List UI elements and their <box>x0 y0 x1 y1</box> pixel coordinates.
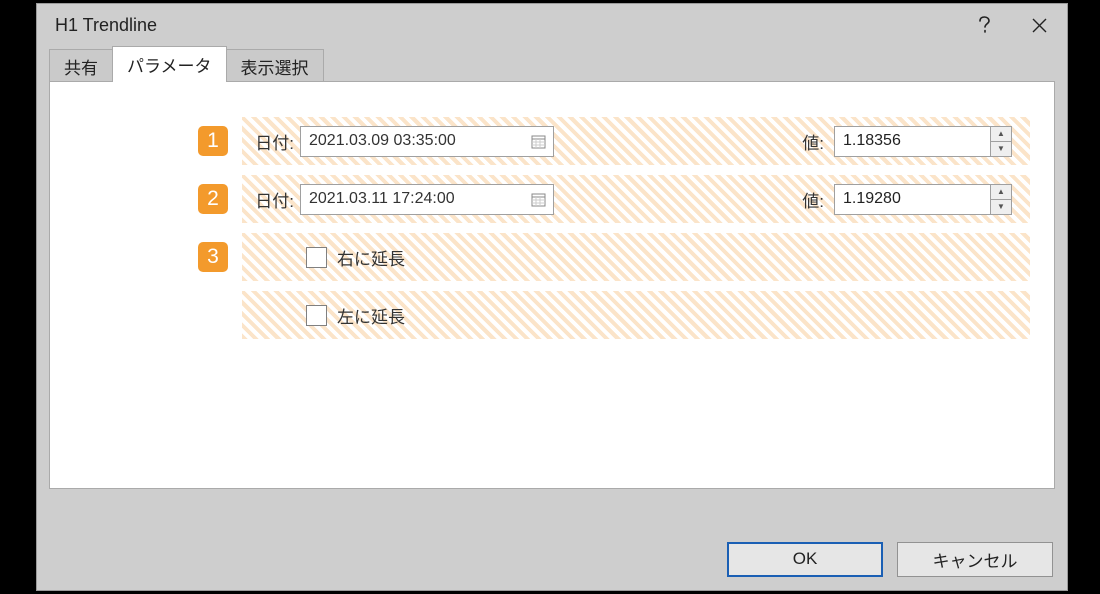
spinner-down-icon[interactable]: ▼ <box>990 142 1011 156</box>
help-icon <box>979 16 990 34</box>
extend-right-field: 右に延長 <box>242 233 1030 281</box>
spinner-down-icon[interactable]: ▼ <box>990 200 1011 214</box>
value-2: 1.19280 <box>843 190 990 208</box>
row-2-fields: 日付: 2021.03.11 17:24:00 値: 1.19280 ▲ ▼ <box>242 175 1030 223</box>
value-label-2: 値: <box>802 187 824 212</box>
cancel-button[interactable]: キャンセル <box>897 542 1053 577</box>
spinner-up-icon[interactable]: ▲ <box>990 185 1011 200</box>
tab-strip: 共有 パラメータ 表示選択 <box>49 46 1055 82</box>
close-icon <box>1032 18 1047 33</box>
extend-right-label: 右に延長 <box>337 245 405 270</box>
date-value-1: 2021.03.09 03:35:00 <box>309 132 529 150</box>
spinner-2: ▲ ▼ <box>990 185 1011 214</box>
tab-parameters[interactable]: パラメータ <box>112 46 227 82</box>
dialog-footer: OK キャンセル <box>37 528 1067 590</box>
date-label-2: 日付: <box>242 187 300 212</box>
value-input-2[interactable]: 1.19280 ▲ ▼ <box>834 184 1012 215</box>
date-label-1: 日付: <box>242 129 300 154</box>
date-input-2[interactable]: 2021.03.11 17:24:00 <box>300 184 554 215</box>
calendar-icon[interactable] <box>529 190 547 208</box>
date-value-2: 2021.03.11 17:24:00 <box>309 190 529 208</box>
value-input-1[interactable]: 1.18356 ▲ ▼ <box>834 126 1012 157</box>
extend-left-checkbox[interactable] <box>306 305 327 326</box>
extend-left-row: 左に延長 <box>74 286 1030 344</box>
close-button[interactable] <box>1012 6 1067 44</box>
spinner-up-icon[interactable]: ▲ <box>990 127 1011 142</box>
marker-2: 2 <box>198 184 228 214</box>
row-1-fields: 日付: 2021.03.09 03:35:00 値: 1.18356 ▲ ▼ <box>242 117 1030 165</box>
value-label-1: 値: <box>802 129 824 154</box>
tab-share[interactable]: 共有 <box>49 49 113 82</box>
tab-display[interactable]: 表示選択 <box>226 49 324 82</box>
marker-3: 3 <box>198 242 228 272</box>
extend-right-checkbox[interactable] <box>306 247 327 268</box>
help-button[interactable] <box>957 6 1012 44</box>
extend-right-row: 3 右に延長 <box>74 228 1030 286</box>
date-input-1[interactable]: 2021.03.09 03:35:00 <box>300 126 554 157</box>
calendar-icon[interactable] <box>529 132 547 150</box>
titlebar: H1 Trendline <box>37 4 1067 46</box>
param-row-1: 1 日付: 2021.03.09 03:35:00 値: 1.18356 <box>74 112 1030 170</box>
spinner-1: ▲ ▼ <box>990 127 1011 156</box>
extend-left-field: 左に延長 <box>242 291 1030 339</box>
dialog-window: H1 Trendline 共有 パラメータ 表示選択 1 日付: 20 <box>36 3 1068 591</box>
extend-left-label: 左に延長 <box>337 303 405 328</box>
value-1: 1.18356 <box>843 132 990 150</box>
marker-1: 1 <box>198 126 228 156</box>
dialog-title: H1 Trendline <box>55 15 957 36</box>
param-row-2: 2 日付: 2021.03.11 17:24:00 値: 1.19280 <box>74 170 1030 228</box>
ok-button[interactable]: OK <box>727 542 883 577</box>
tab-content: 1 日付: 2021.03.09 03:35:00 値: 1.18356 <box>49 81 1055 489</box>
tabs-area: 共有 パラメータ 表示選択 1 日付: 2021.03.09 03:35:00 … <box>37 46 1067 489</box>
